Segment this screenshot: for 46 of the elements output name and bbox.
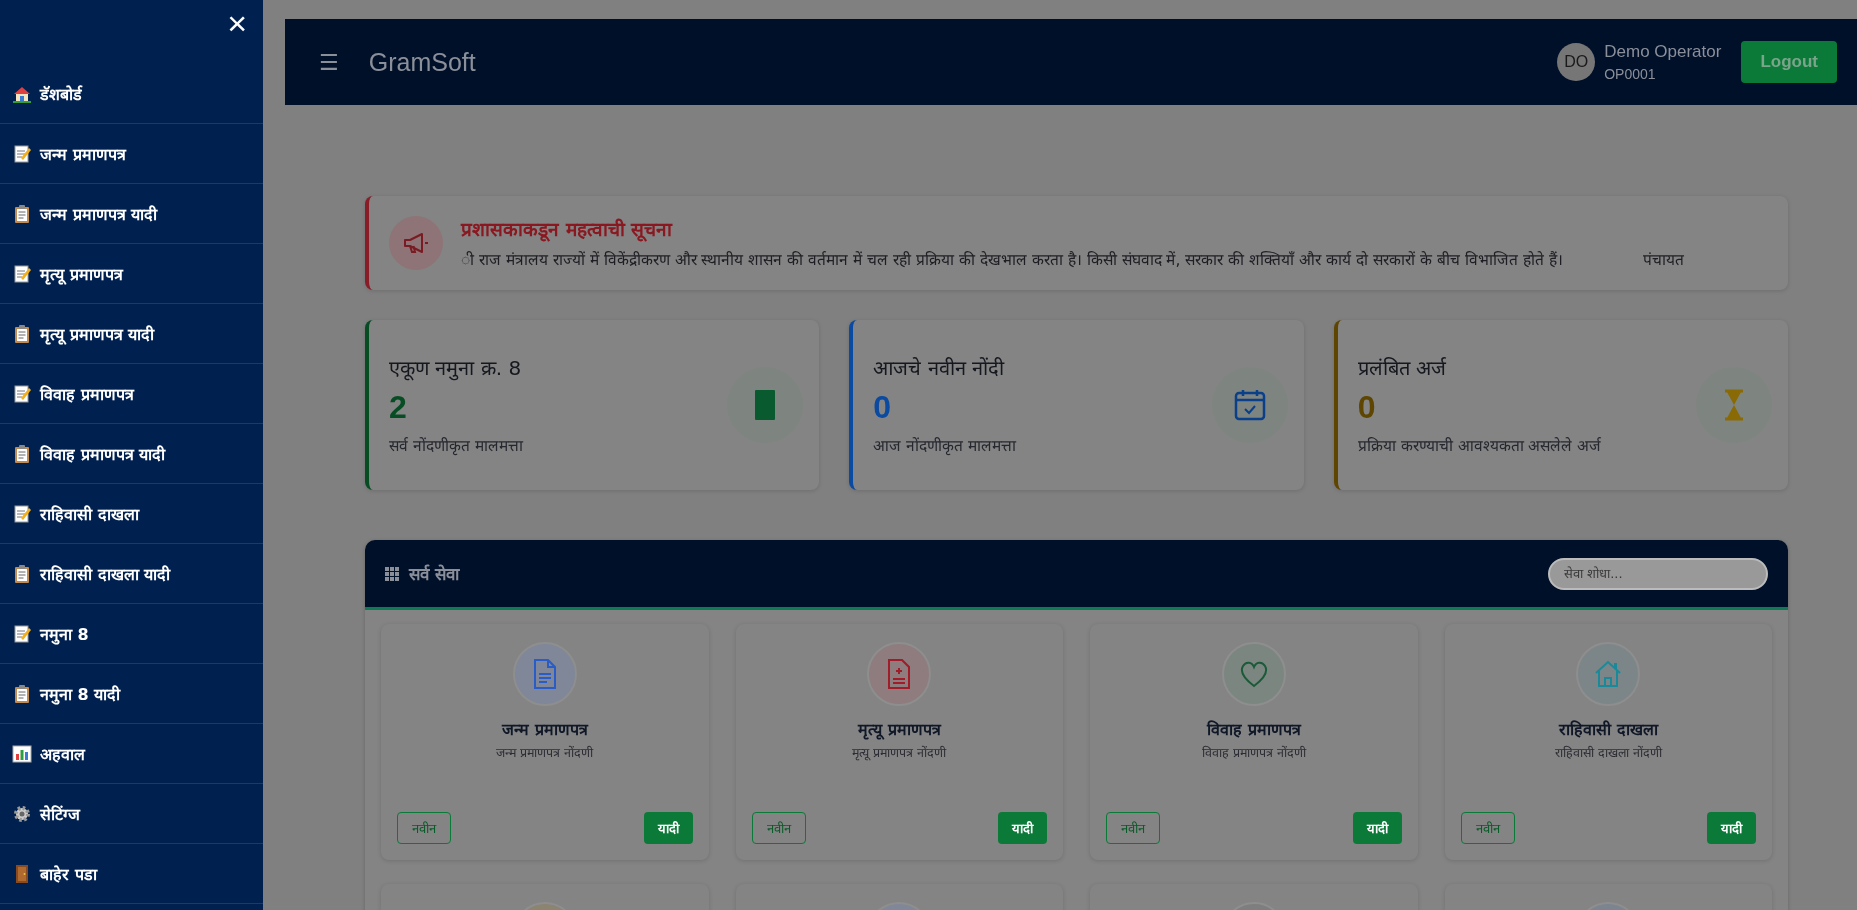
notice-title: प्रशासकाकडून महत्वाची सूचना: [461, 217, 674, 242]
sidebar-item[interactable]: जन्म प्रमाणपत्र यादी: [0, 184, 263, 244]
sidebar-item[interactable]: मृत्यू प्रमाणपत्र: [0, 244, 263, 304]
list-button[interactable]: यादी: [643, 812, 693, 844]
stat-title: आजचे नवीन नोंदी: [873, 355, 1006, 381]
brand-name: GramSoft: [368, 47, 477, 77]
service-title: विवाह प्रमाणपत्र: [1206, 719, 1301, 740]
close-button[interactable]: ×: [211, 0, 263, 46]
user-avatar: DO: [1557, 43, 1596, 81]
stat-title: प्रलंबित अर्ज: [1357, 355, 1447, 381]
menu-button[interactable]: ☰: [319, 49, 339, 75]
stat-caption: प्रक्रिया करण्याची आवश्यकता असलेले अर्ज: [1357, 436, 1603, 456]
section-title: सर्व सेवा: [409, 563, 461, 585]
sidebar-item[interactable]: विवाह प्रमाणपत्र: [0, 364, 263, 424]
list-button[interactable]: यादी: [1352, 812, 1402, 844]
service-description: जन्म प्रमाणपत्र नोंदणी: [496, 744, 594, 761]
service-title: मृत्यू प्रमाणपत्र: [857, 719, 941, 740]
user-id: OP0001: [1604, 66, 1657, 82]
stat-caption: आज नोंदणीकृत मालमत्ता: [873, 436, 1018, 456]
service-title: जन्म प्रमाणपत्र: [501, 719, 588, 740]
sidebar-item[interactable]: मृत्यू प्रमाणपत्र यादी: [0, 304, 263, 364]
stat-value: 0: [873, 389, 893, 426]
stat-value: 0: [1357, 389, 1377, 426]
service-description: राहिवासी दाखला नोंदणी: [1554, 744, 1662, 761]
service-description: मृत्यू प्रमाणपत्र नोंदणी: [852, 744, 947, 761]
search-field[interactable]: सेवा शोधा...: [1548, 557, 1768, 590]
sidebar-item[interactable]: विवाह प्रमाणपत्र यादी: [0, 424, 263, 484]
stat-title: एकूण नमुना क्र. 8: [389, 355, 523, 381]
list-button[interactable]: यादी: [998, 812, 1047, 844]
sidebar-item[interactable]: डॅशबोर्ड: [0, 64, 263, 124]
service-title: राहिवासी दाखला: [1558, 719, 1658, 740]
sidebar-item[interactable]: अहवाल: [0, 724, 263, 784]
notice-text: पंचायत: [1642, 250, 1684, 270]
notice-text: ी राज मंत्रालय राज्यों में विकेंद्रीकरण और स्थानीय शासन की वर्तमान में चल रही प्रक्रिया की देखभाल करता है। किसी संघवाद में, सरकार की शक्तियाँ और कार्य दो सरकारों के बीच विभाजित होते हैं।: [461, 250, 1563, 270]
list-button[interactable]: यादी: [1707, 812, 1756, 844]
user-name: Demo Operator: [1604, 42, 1722, 62]
service-description: विवाह प्रमाणपत्र नोंदणी: [1201, 744, 1306, 761]
sidebar-item[interactable]: सेटिंग्ज: [0, 784, 263, 844]
sidebar-item[interactable]: राहिवासी दाखला यादी: [0, 544, 263, 604]
sidebar-item[interactable]: नमुना 8: [0, 604, 263, 664]
sidebar-item[interactable]: जन्म प्रमाणपत्र: [0, 124, 263, 184]
stat-value: 2: [389, 389, 408, 426]
sidebar-item[interactable]: राहिवासी दाखला: [0, 484, 263, 544]
stat-caption: सर्व नोंदणीकृत मालमत्ता: [389, 436, 525, 456]
sidebar-item[interactable]: बाहेर पडा: [0, 844, 263, 904]
sidebar-item[interactable]: नमुना 8 यादी: [0, 664, 263, 724]
